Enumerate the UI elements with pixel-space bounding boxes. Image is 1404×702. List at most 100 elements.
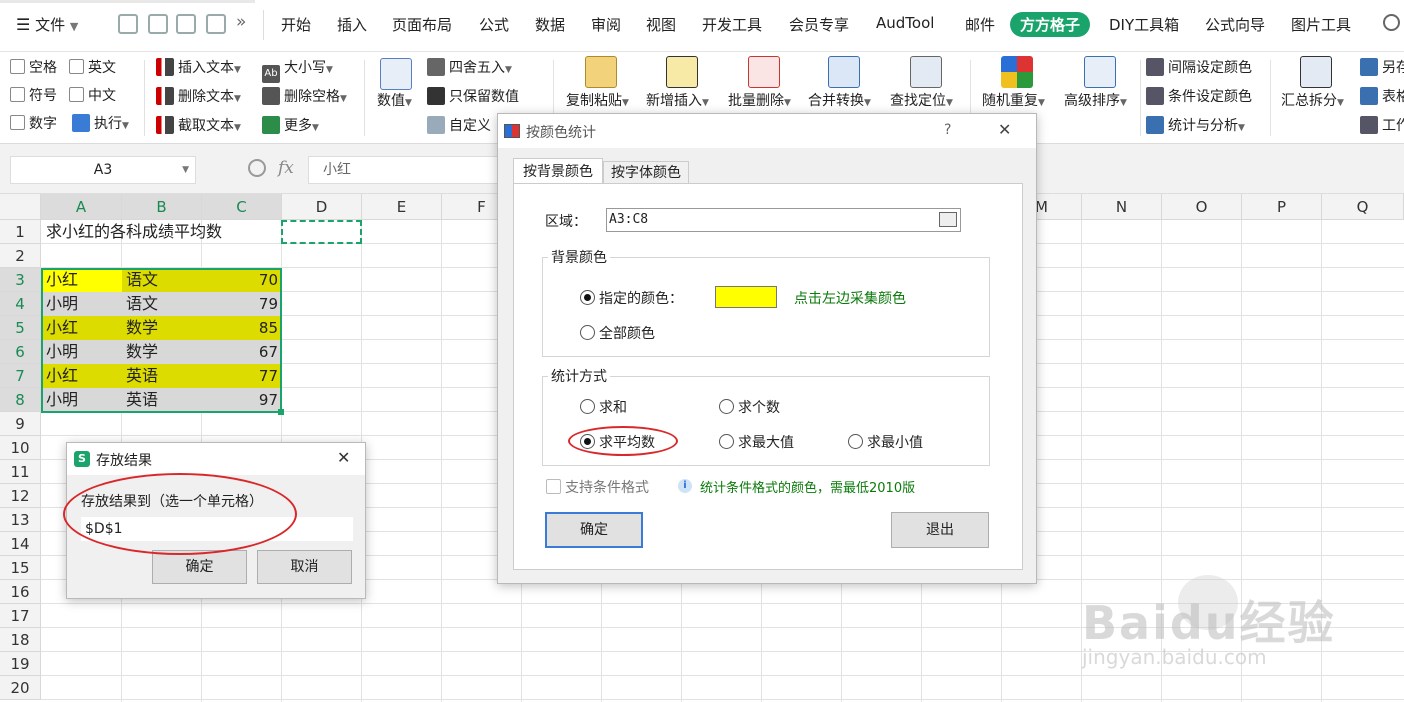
merge-convert-button[interactable]: 合并转换▼ [808, 90, 871, 110]
more-button[interactable]: 更多▼ [262, 115, 319, 135]
radio[interactable] [848, 434, 863, 449]
ok-button[interactable]: 确定 [152, 550, 247, 584]
check-chinese[interactable]: 中文 [69, 85, 116, 105]
row-header-4[interactable]: 4 [0, 292, 41, 316]
preview-icon[interactable] [206, 14, 226, 34]
delete-text-button[interactable]: 删除文本▼ [156, 86, 241, 106]
tab-review[interactable]: 审阅 [591, 14, 621, 35]
export-icon[interactable] [148, 14, 168, 34]
stats-analysis-button[interactable]: 统计与分析▼ [1146, 115, 1245, 135]
row-header-8[interactable]: 8 [0, 388, 41, 412]
close-icon[interactable]: ✕ [337, 448, 350, 467]
row-header-17[interactable]: 17 [0, 604, 41, 628]
condition-color-button[interactable]: 条件设定颜色 [1146, 86, 1252, 106]
file-menu[interactable]: ☰ 文件 ▼ [16, 14, 78, 35]
opt-sum[interactable]: 求和 [580, 397, 627, 417]
opt-specified-color[interactable]: 指定的颜色： [580, 288, 683, 308]
interval-color-button[interactable]: 间隔设定颜色 [1146, 57, 1252, 77]
column-header-o[interactable]: O [1162, 194, 1242, 220]
checkbox[interactable] [69, 87, 84, 102]
opt-all-colors[interactable]: 全部颜色 [580, 323, 655, 343]
color-swatch[interactable] [715, 286, 777, 308]
radio[interactable] [580, 325, 595, 340]
insert-new-button[interactable]: 新增插入▼ [646, 90, 709, 110]
column-header-a[interactable]: A [41, 194, 122, 220]
tab-bg-color[interactable]: 按背景颜色 [513, 158, 603, 184]
cancel-button[interactable]: 取消 [257, 550, 352, 584]
close-icon[interactable]: ✕ [998, 120, 1011, 139]
tab-developer[interactable]: 开发工具 [702, 14, 762, 35]
row-header-13[interactable]: 13 [0, 508, 41, 532]
save-as-button[interactable]: 另存 [1360, 57, 1404, 77]
row-header-9[interactable]: 9 [0, 412, 41, 436]
radio[interactable] [580, 399, 595, 414]
check-number[interactable]: 数字 [10, 113, 57, 133]
random-repeat-button[interactable]: 随机重复▼ [982, 90, 1045, 110]
checkbox[interactable] [69, 59, 84, 74]
exit-button[interactable]: 退出 [891, 512, 989, 548]
print-icon[interactable] [176, 14, 196, 34]
select-all-corner[interactable] [0, 194, 41, 220]
tab-formula-wizard[interactable]: 公式向导 [1205, 14, 1265, 35]
advanced-sort-button[interactable]: 高级排序▼ [1064, 90, 1127, 110]
radio[interactable] [719, 399, 734, 414]
row-header-6[interactable]: 6 [0, 340, 41, 364]
check-symbol[interactable]: 符号 [10, 85, 57, 105]
tab-audtool[interactable]: AudTool [876, 14, 934, 32]
row-header-7[interactable]: 7 [0, 364, 41, 388]
radio[interactable] [719, 434, 734, 449]
tab-mail[interactable]: 邮件 [965, 14, 995, 35]
tab-diy-toolbox[interactable]: DIY工具箱 [1109, 14, 1179, 35]
column-header-q[interactable]: Q [1322, 194, 1404, 220]
search-icon[interactable] [1383, 14, 1400, 31]
row-header-3[interactable]: 3 [0, 268, 41, 292]
opt-min[interactable]: 求最小值 [848, 432, 923, 452]
ok-button[interactable]: 确定 [545, 512, 643, 548]
tab-insert[interactable]: 插入 [337, 14, 367, 35]
opt-max[interactable]: 求最大值 [719, 432, 794, 452]
round-button[interactable]: 四舍五入▼ [427, 57, 512, 77]
row-header-16[interactable]: 16 [0, 580, 41, 604]
checkbox[interactable] [10, 115, 25, 130]
radio[interactable] [580, 290, 595, 305]
column-header-d[interactable]: D [282, 194, 362, 220]
opt-count[interactable]: 求个数 [719, 397, 780, 417]
row-header-14[interactable]: 14 [0, 532, 41, 556]
range-input[interactable]: A3:C8 [606, 208, 961, 232]
execute-button[interactable]: 执行▼ [72, 113, 129, 133]
column-header-b[interactable]: B [122, 194, 202, 220]
column-header-c[interactable]: C [202, 194, 282, 220]
table-button[interactable]: 表格 [1360, 86, 1404, 106]
tab-data[interactable]: 数据 [535, 14, 565, 35]
find-locate-button[interactable]: 查找定位▼ [890, 90, 953, 110]
cell-a1-title[interactable]: 求小红的各科成绩平均数 [42, 220, 280, 244]
remove-spaces-button[interactable]: 删除空格▼ [262, 86, 347, 106]
tab-formulas[interactable]: 公式 [479, 14, 509, 35]
column-header-e[interactable]: E [362, 194, 442, 220]
more-commands-icon[interactable]: » [236, 12, 246, 32]
check-english[interactable]: 英文 [69, 57, 116, 77]
extract-text-button[interactable]: 截取文本▼ [156, 115, 241, 135]
checkbox[interactable] [10, 59, 25, 74]
zoom-formula-icon[interactable] [248, 159, 266, 177]
tab-view[interactable]: 视图 [646, 14, 676, 35]
row-header-15[interactable]: 15 [0, 556, 41, 580]
row-header-2[interactable]: 2 [0, 244, 41, 268]
save-icon[interactable] [118, 14, 138, 34]
keep-value-button[interactable]: 只保留数值 [427, 86, 519, 106]
tab-ffcell[interactable]: 方方格子 [1010, 12, 1091, 37]
help-icon[interactable]: ? [944, 122, 951, 138]
tab-member[interactable]: 会员专享 [789, 14, 849, 35]
copy-paste-button[interactable]: 复制粘贴▼ [566, 90, 629, 110]
fx-icon[interactable]: fx [278, 158, 294, 178]
row-header-11[interactable]: 11 [0, 460, 41, 484]
insert-text-button[interactable]: 插入文本▼ [156, 57, 241, 77]
row-header-5[interactable]: 5 [0, 316, 41, 340]
number-button[interactable]: 数值▼ [377, 90, 412, 110]
row-header-10[interactable]: 10 [0, 436, 41, 460]
checkbox[interactable] [10, 87, 25, 102]
fill-handle[interactable] [278, 409, 284, 415]
check-space[interactable]: 空格 [10, 57, 57, 77]
tab-picture-tools[interactable]: 图片工具 [1291, 14, 1351, 35]
row-header-18[interactable]: 18 [0, 628, 41, 652]
